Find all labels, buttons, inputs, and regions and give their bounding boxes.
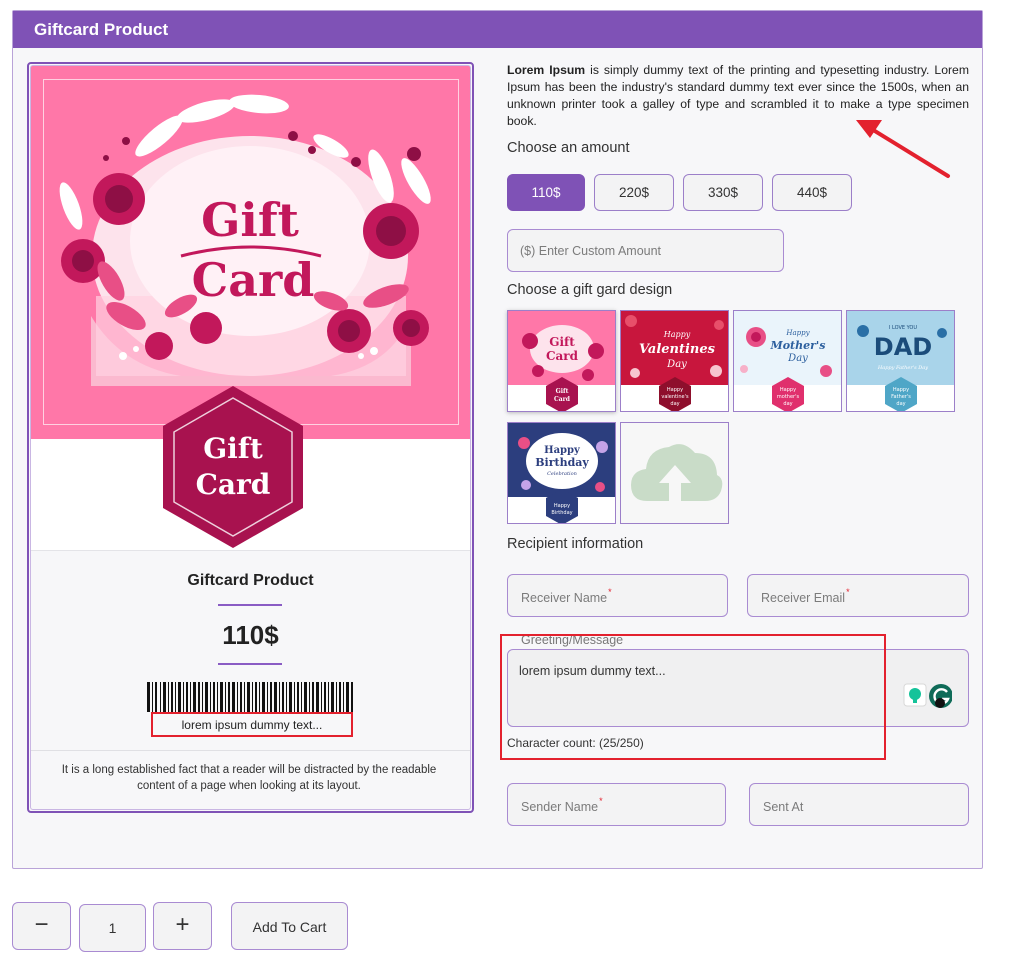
amount-label: Choose an amount bbox=[507, 140, 630, 156]
amount-option-110[interactable]: 110$ bbox=[507, 174, 585, 211]
cloud-upload-icon bbox=[621, 423, 728, 523]
svg-text:Happy: Happy bbox=[663, 330, 691, 339]
svg-text:Birthday: Birthday bbox=[551, 510, 572, 516]
svg-text:day: day bbox=[896, 401, 905, 407]
svg-text:Card: Card bbox=[554, 396, 571, 403]
recipient-label: Recipient information bbox=[507, 536, 644, 552]
card-hexagon-badge: Gift Card bbox=[163, 386, 303, 548]
panel-title: Giftcard Product bbox=[13, 11, 982, 48]
svg-text:day: day bbox=[670, 401, 679, 407]
svg-text:Happy: Happy bbox=[554, 503, 570, 509]
svg-text:DAD: DAD bbox=[874, 333, 932, 361]
svg-text:Day: Day bbox=[787, 353, 808, 364]
svg-text:Happy: Happy bbox=[544, 445, 581, 456]
quantity-increase-button[interactable]: + bbox=[153, 902, 212, 950]
design-thumb-fathers-day[interactable]: I LOVE YOU DAD Happy Father's Day Happy … bbox=[846, 310, 955, 412]
design-thumb-valentines[interactable]: Happy Valentines Day Happy valentine's d… bbox=[620, 310, 729, 412]
design-thumb-birthday[interactable]: Happy Birthday Celebration Happy Birthda… bbox=[507, 422, 616, 524]
svg-text:Happy: Happy bbox=[893, 387, 909, 393]
svg-text:day: day bbox=[783, 401, 792, 407]
hero-text-card: Card bbox=[192, 253, 315, 307]
card-description: It is a long established fact that a rea… bbox=[61, 764, 437, 792]
card-price: 110$ bbox=[222, 620, 279, 650]
svg-text:Gift: Gift bbox=[549, 335, 575, 349]
svg-text:Card: Card bbox=[196, 468, 271, 501]
svg-text:Day: Day bbox=[666, 359, 687, 370]
svg-text:Birthday: Birthday bbox=[535, 456, 589, 469]
amount-option-220[interactable]: 220$ bbox=[594, 174, 674, 211]
svg-text:Gift: Gift bbox=[203, 432, 263, 465]
quantity-decrease-button[interactable]: − bbox=[12, 902, 71, 950]
add-to-cart-button[interactable]: Add To Cart bbox=[231, 902, 348, 950]
svg-text:Gift: Gift bbox=[556, 388, 569, 395]
receiver-email-input[interactable]: Receiver Email* bbox=[747, 574, 969, 617]
design-thumb-giftcard[interactable]: Gift Card Gift Card bbox=[507, 310, 616, 412]
custom-amount-input[interactable]: ($) Enter Custom Amount bbox=[507, 229, 784, 272]
svg-text:Happy: Happy bbox=[785, 329, 810, 337]
card-message-preview: lorem ipsum dummy text... bbox=[151, 712, 353, 737]
sent-at-input[interactable]: Sent At bbox=[749, 783, 969, 826]
amount-option-330[interactable]: 330$ bbox=[683, 174, 763, 211]
design-label: Choose a gift gard design bbox=[507, 282, 673, 298]
grammarly-icon[interactable] bbox=[892, 681, 952, 711]
giftcard-preview: Gift Card Gift Card Giftcard Product 110… bbox=[27, 62, 474, 813]
svg-text:mother's: mother's bbox=[777, 394, 800, 400]
greeting-label: Greeting/Message bbox=[519, 633, 626, 647]
svg-text:Father's: Father's bbox=[891, 394, 911, 400]
svg-text:Celebration: Celebration bbox=[547, 471, 577, 477]
svg-text:Card: Card bbox=[546, 349, 579, 363]
svg-text:valentine's: valentine's bbox=[661, 394, 689, 400]
svg-text:I LOVE YOU: I LOVE YOU bbox=[889, 325, 917, 331]
svg-text:Happy: Happy bbox=[667, 387, 683, 393]
design-thumb-mothers-day[interactable]: Happy Mother's Day Happy mother's day bbox=[733, 310, 842, 412]
card-product-title: Giftcard Product bbox=[187, 572, 314, 589]
quantity-input[interactable]: 1 bbox=[79, 904, 146, 952]
svg-text:Mother's: Mother's bbox=[770, 339, 826, 352]
hero-text-gift: Gift bbox=[201, 193, 300, 247]
amount-option-440[interactable]: 440$ bbox=[772, 174, 852, 211]
sender-name-input[interactable]: Sender Name* bbox=[507, 783, 726, 826]
design-upload-button[interactable] bbox=[620, 422, 729, 524]
annotation-arrow-icon bbox=[856, 120, 950, 178]
svg-text:Happy Father's Day: Happy Father's Day bbox=[877, 365, 928, 371]
svg-text:Happy: Happy bbox=[780, 387, 796, 393]
barcode-icon bbox=[147, 682, 353, 712]
receiver-name-input[interactable]: Receiver Name* bbox=[507, 574, 728, 617]
svg-text:Valentines: Valentines bbox=[639, 342, 716, 357]
character-count: Character count: (25/250) bbox=[507, 736, 644, 750]
